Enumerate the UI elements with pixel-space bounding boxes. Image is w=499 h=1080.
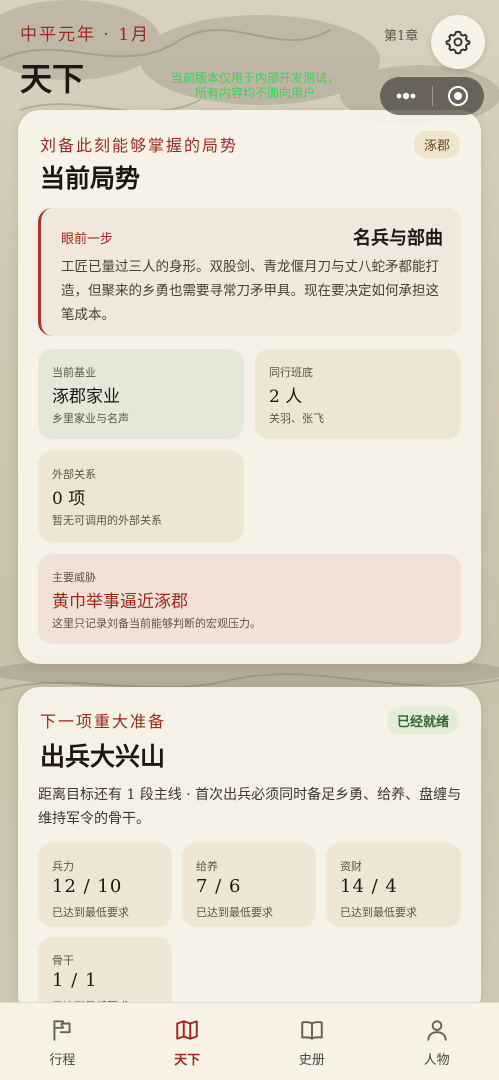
threat-label: 主要威胁 xyxy=(52,571,96,584)
situation-card: 刘备此刻能够掌握的局势 当前局势 涿郡 眼前一步 名兵与部曲 工匠已量过三人的身… xyxy=(18,110,481,664)
companions-tile: 同行班底 2 人 关羽、张飞 xyxy=(255,349,461,439)
book-icon xyxy=(301,1021,323,1040)
flag-icon xyxy=(53,1020,71,1041)
tab-world[interactable]: 天下 xyxy=(125,1003,250,1080)
companions-label: 同行班底 xyxy=(269,366,313,379)
tab-label: 史册 xyxy=(298,1053,325,1068)
preparation-kicker: 下一项重大准备 xyxy=(40,712,167,731)
base-label: 当前基业 xyxy=(52,366,96,379)
companions-sub: 关羽、张飞 xyxy=(269,412,324,425)
relations-tile: 外部关系 0 项 暂无可调用的外部关系 xyxy=(38,451,244,542)
resource-label: 骨干 xyxy=(52,954,74,967)
next-step-panel[interactable]: 眼前一步 名兵与部曲 工匠已量过三人的身形。双股剑、青龙偃月刀与丈八蛇矛都能打造… xyxy=(38,208,461,336)
companions-value: 2 人 xyxy=(269,387,303,407)
next-step-label: 眼前一步 xyxy=(61,232,114,247)
resource-sub: 已达到最低要求 xyxy=(52,906,129,919)
preparation-card: 下一项重大准备 出兵大兴山 已经就绪 距离目标还有 1 段主线 · 首次出兵必须… xyxy=(18,687,481,1021)
resource-label: 兵力 xyxy=(52,860,74,873)
settings-button[interactable] xyxy=(431,15,485,69)
tab-journey[interactable]: 行程 xyxy=(0,1003,125,1080)
mini-program-close-icon xyxy=(448,86,469,106)
chapter-label: 第1章 xyxy=(384,29,419,44)
preparation-desc: 距离目标还有 1 段主线 · 首次出兵必须同时备足乡勇、给养、盘缠与维持军令的骨… xyxy=(38,787,462,827)
mini-program-capsule xyxy=(380,77,484,115)
threat-tile: 主要威胁 黄巾举事逼近涿郡 这里只记录刘备当前能够判断的宏观压力。 xyxy=(38,554,461,644)
resource-tile-funds: 资财 14 / 4 已达到最低要求 xyxy=(326,843,461,927)
relations-sub: 暂无可调用的外部关系 xyxy=(52,514,162,527)
situation-kicker: 刘备此刻能够掌握的局势 xyxy=(40,136,239,155)
bottom-tab-bar: 行程 天下 史册 人物 xyxy=(0,1002,499,1080)
base-sub: 乡里家业与名声 xyxy=(52,412,129,425)
tab-label: 人物 xyxy=(423,1053,450,1068)
close-button[interactable] xyxy=(433,77,485,115)
location-badge: 涿郡 xyxy=(414,131,461,158)
relations-label: 外部关系 xyxy=(52,468,96,481)
base-value: 涿郡家业 xyxy=(52,387,120,407)
relations-value: 0 项 xyxy=(52,489,86,509)
more-button[interactable] xyxy=(380,77,432,115)
resource-tile-supplies: 给养 7 / 6 已达到最低要求 xyxy=(182,843,316,927)
preparation-title: 出兵大兴山 xyxy=(40,742,166,771)
top-bar: 中平元年 · 1月 第1章 天下 当前版本仅用于内部开发测试， 所有内容均不面向… xyxy=(0,0,499,115)
more-dots-icon xyxy=(396,92,416,100)
dev-notice: 当前版本仅用于内部开发测试， 所有内容均不面向用户 xyxy=(170,71,339,100)
tab-label: 天下 xyxy=(174,1053,201,1068)
person-icon xyxy=(426,1020,447,1041)
next-step-text: 工匠已量过三人的身形。双股剑、青龙偃月刀与丈八蛇矛都能打造，但聚来的乡勇也需要寻… xyxy=(61,259,439,323)
base-tile: 当前基业 涿郡家业 乡里家业与名声 xyxy=(38,349,244,439)
resource-tile-troops: 兵力 12 / 10 已达到最低要求 xyxy=(38,843,172,927)
era-date: 中平元年 · 1月 xyxy=(20,25,151,45)
resource-label: 给养 xyxy=(196,860,218,873)
ready-badge: 已经就绪 xyxy=(387,707,460,734)
map-icon xyxy=(176,1020,198,1040)
next-step-title: 名兵与部曲 xyxy=(353,228,443,249)
tab-chronicle[interactable]: 史册 xyxy=(250,1003,375,1080)
resource-value: 14 / 4 xyxy=(340,876,398,897)
resource-value: 1 / 1 xyxy=(52,970,98,991)
resource-sub: 已达到最低要求 xyxy=(196,906,273,919)
gear-icon xyxy=(445,30,471,55)
resource-sub: 已达到最低要求 xyxy=(340,906,417,919)
resource-label: 资财 xyxy=(340,860,362,873)
resource-value: 12 / 10 xyxy=(52,876,123,897)
page-title: 天下 xyxy=(20,60,85,98)
threat-value: 黄巾举事逼近涿郡 xyxy=(52,592,188,612)
resource-value: 7 / 6 xyxy=(196,876,242,897)
tab-label: 行程 xyxy=(49,1053,76,1068)
threat-sub: 这里只记录刘备当前能够判断的宏观压力。 xyxy=(52,617,261,630)
situation-title: 当前局势 xyxy=(40,164,141,193)
tab-characters[interactable]: 人物 xyxy=(374,1003,499,1080)
